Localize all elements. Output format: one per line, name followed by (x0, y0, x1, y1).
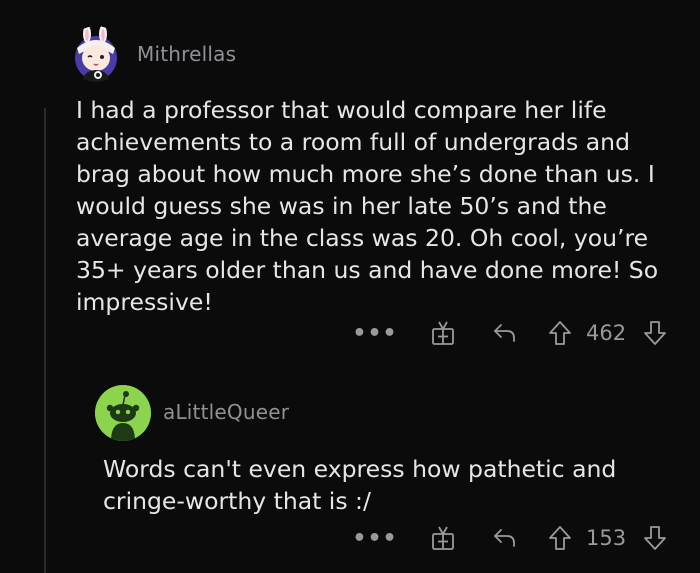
more-options-button[interactable]: ••• (352, 521, 396, 555)
gift-icon (432, 526, 454, 550)
more-options-button[interactable]: ••• (352, 316, 396, 350)
reply-arrow-icon (494, 529, 515, 547)
anime-bunny-avatar-icon (75, 26, 117, 82)
award-button[interactable] (428, 521, 458, 555)
upvote-arrow-icon (549, 321, 571, 345)
snoo-avatar-icon (95, 385, 151, 441)
reply-arrow-icon (494, 324, 515, 342)
downvote-arrow-icon (644, 526, 666, 550)
comment-body: Words can't even express how pathetic an… (103, 455, 617, 515)
upvote-arrow-icon (549, 526, 571, 550)
comment: Mithrellas I had a professor that would … (0, 0, 700, 365)
gift-icon (432, 321, 454, 345)
vote-score: 462 (586, 321, 627, 345)
comment-body: I had a professor that would compare her… (76, 96, 659, 316)
upvote-button[interactable] (545, 316, 575, 350)
award-button[interactable] (428, 316, 458, 350)
reply-comment: aLittleQueer Words can't even express ho… (0, 365, 700, 573)
username[interactable]: aLittleQueer (163, 400, 289, 424)
user-avatar[interactable] (68, 26, 124, 82)
vote-score: 153 (586, 526, 627, 550)
downvote-arrow-icon (644, 321, 666, 345)
downvote-button[interactable] (640, 316, 670, 350)
reply-button[interactable] (490, 521, 520, 555)
upvote-button[interactable] (545, 521, 575, 555)
reply-button[interactable] (490, 316, 520, 350)
username[interactable]: Mithrellas (137, 42, 236, 66)
downvote-button[interactable] (640, 521, 670, 555)
user-avatar[interactable] (95, 385, 151, 441)
